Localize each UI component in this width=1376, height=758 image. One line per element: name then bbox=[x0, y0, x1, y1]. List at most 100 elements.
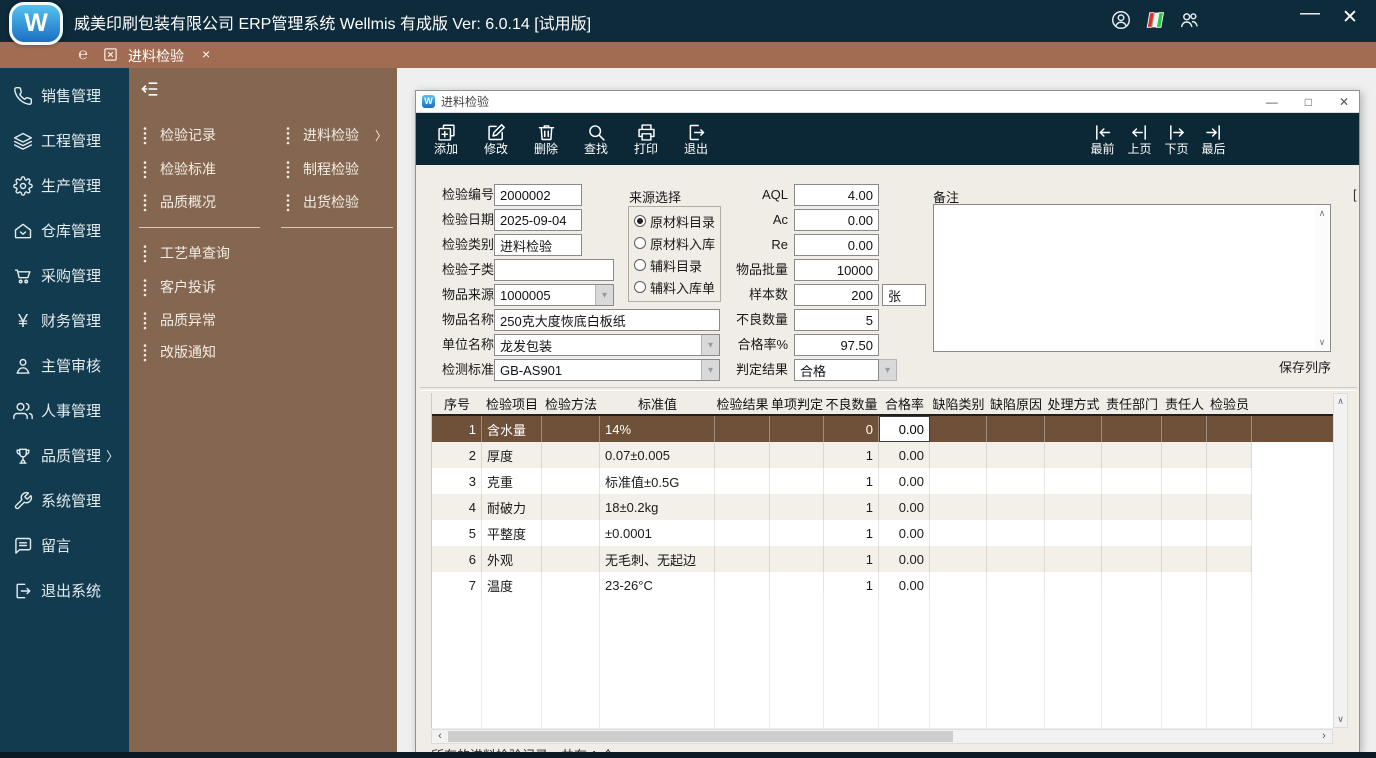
dialog-close-button[interactable]: ✕ bbox=[1339, 95, 1349, 109]
collapse-panel-icon[interactable] bbox=[140, 79, 160, 99]
radio-icon[interactable] bbox=[634, 259, 646, 271]
column-header[interactable]: 检验方法 bbox=[542, 393, 600, 414]
sidebar-item-warehouse[interactable]: 仓库管理 bbox=[0, 208, 129, 253]
sample-unit-field[interactable] bbox=[882, 284, 926, 306]
scroll-up-icon[interactable]: ∧ bbox=[1319, 208, 1326, 219]
unit-name-combo[interactable]: ▾ bbox=[494, 334, 720, 356]
table-row[interactable]: 2厚度0.07±0.00510.00 bbox=[432, 442, 1334, 468]
table-row[interactable]: 6外观无毛刺、无起边10.00 bbox=[432, 546, 1334, 572]
remark-textarea[interactable]: ∧ ∨ bbox=[933, 204, 1331, 352]
table-horizontal-scrollbar[interactable]: ‹ › bbox=[431, 729, 1333, 744]
test-standard-value[interactable] bbox=[495, 360, 701, 380]
radio-icon[interactable] bbox=[634, 281, 646, 293]
books-icon[interactable] bbox=[1144, 9, 1166, 31]
pass-rate-edit-cell[interactable]: 0.00 bbox=[879, 416, 930, 442]
sidebar-item-exit-system[interactable]: 退出系统 bbox=[0, 568, 129, 613]
sidebar-item-messages[interactable]: 留言 bbox=[0, 523, 129, 568]
table-row[interactable]: 5平整度±0.000110.00 bbox=[432, 520, 1334, 546]
panel-item-r1[interactable]: 制程检验 bbox=[285, 159, 359, 179]
sidebar-item-finance[interactable]: ¥财务管理 bbox=[0, 298, 129, 343]
dialog-titlebar[interactable]: W 进料检验 — □ ✕ bbox=[416, 91, 1359, 113]
panel-item-b0[interactable]: 工艺单查询 bbox=[142, 243, 230, 263]
column-header[interactable]: 缺陷原因 bbox=[987, 393, 1045, 414]
window-close-button[interactable]: ✕ bbox=[1336, 6, 1364, 29]
estimated-icon[interactable]: ℮ bbox=[74, 46, 92, 64]
panel-item-r2[interactable]: 出货检验 bbox=[285, 192, 359, 212]
window-minimize-button[interactable]: — bbox=[1296, 2, 1324, 25]
radio-auxiliary-inbound[interactable]: 辅料入库单 bbox=[634, 279, 715, 295]
radio-icon[interactable] bbox=[634, 215, 646, 227]
scroll-right-icon[interactable]: › bbox=[1317, 730, 1331, 743]
column-header[interactable]: 序号 bbox=[432, 393, 482, 414]
inspection-category-field[interactable] bbox=[494, 234, 582, 256]
dialog-maximize-button[interactable]: □ bbox=[1305, 95, 1312, 109]
chevron-down-icon[interactable]: ▾ bbox=[879, 359, 897, 381]
item-name-field[interactable] bbox=[494, 309, 720, 331]
inspection-date-field[interactable] bbox=[494, 209, 582, 231]
save-column-order-link[interactable]: 保存列序 bbox=[1261, 357, 1331, 376]
sidebar-item-hr[interactable]: 人事管理 bbox=[0, 388, 129, 433]
first-button[interactable]: 最前 bbox=[1084, 116, 1121, 162]
exit-button[interactable]: 退出 bbox=[674, 116, 718, 162]
panel-item-b3[interactable]: 改版通知 bbox=[142, 342, 216, 362]
column-header[interactable]: 单项判定 bbox=[770, 393, 824, 414]
ac-field[interactable] bbox=[794, 209, 879, 231]
next-button[interactable]: 下页 bbox=[1158, 116, 1195, 162]
scroll-down-icon[interactable]: ∨ bbox=[1337, 714, 1344, 725]
delete-button[interactable]: 删除 bbox=[524, 116, 568, 162]
scroll-up-icon[interactable]: ∧ bbox=[1337, 396, 1344, 407]
sidebar-item-purchasing[interactable]: 采购管理 bbox=[0, 253, 129, 298]
dialog-minimize-button[interactable]: — bbox=[1266, 95, 1278, 109]
column-header[interactable]: 缺陷类别 bbox=[930, 393, 987, 414]
sidebar-item-engineering[interactable]: 工程管理 bbox=[0, 118, 129, 163]
test-standard-combo[interactable]: ▾ bbox=[494, 359, 720, 381]
aql-field[interactable] bbox=[794, 184, 879, 206]
judgement-value[interactable] bbox=[794, 359, 879, 381]
batch-qty-field[interactable] bbox=[794, 259, 879, 281]
radio-raw-material-inbound[interactable]: 原材料入库 bbox=[634, 235, 715, 251]
panel-item-0[interactable]: 检验记录 bbox=[142, 125, 216, 145]
tab-close-icon[interactable]: × bbox=[202, 46, 210, 66]
edit-button[interactable]: 修改 bbox=[474, 116, 518, 162]
judgement-combo[interactable]: ▾ bbox=[794, 359, 897, 381]
sidebar-item-system[interactable]: 系统管理 bbox=[0, 478, 129, 523]
sidebar-item-production[interactable]: 生产管理 bbox=[0, 163, 129, 208]
scrollbar-thumb[interactable] bbox=[448, 731, 953, 742]
panel-item-2[interactable]: 品质概况 bbox=[142, 192, 216, 212]
last-button[interactable]: 最后 bbox=[1195, 116, 1232, 162]
radio-icon[interactable] bbox=[634, 237, 646, 249]
column-header[interactable]: 标准值 bbox=[600, 393, 715, 414]
tab-incoming-inspection[interactable]: 进料检验 × bbox=[128, 46, 210, 66]
panel-item-1[interactable]: 检验标准 bbox=[142, 159, 216, 179]
prev-button[interactable]: 上页 bbox=[1121, 116, 1158, 162]
sample-qty-field[interactable] bbox=[794, 284, 879, 306]
item-source-combo[interactable]: ▾ bbox=[494, 284, 614, 306]
account-icon[interactable] bbox=[1110, 9, 1132, 31]
remark-scrollbar[interactable]: ∧ ∨ bbox=[1315, 206, 1329, 350]
table-row[interactable]: 4耐破力18±0.2kg10.00 bbox=[432, 494, 1334, 520]
panel-item-b2[interactable]: 品质异常 bbox=[142, 310, 216, 330]
sidebar-item-quality[interactable]: 品质管理〉 bbox=[0, 433, 129, 478]
radio-auxiliary-catalog[interactable]: 辅料目录 bbox=[634, 257, 702, 273]
pass-rate-field[interactable] bbox=[794, 334, 879, 356]
scroll-down-icon[interactable]: ∨ bbox=[1319, 337, 1326, 348]
find-button[interactable]: 查找 bbox=[574, 116, 618, 162]
defect-qty-field[interactable] bbox=[794, 309, 879, 331]
column-header[interactable]: 责任部门 bbox=[1102, 393, 1162, 414]
column-header[interactable]: 责任人 bbox=[1162, 393, 1207, 414]
sidebar-item-sales[interactable]: 销售管理 bbox=[0, 73, 129, 118]
radio-raw-material-catalog[interactable]: 原材料目录 bbox=[634, 213, 715, 229]
users-icon[interactable] bbox=[1178, 9, 1200, 31]
close-all-tabs-icon[interactable] bbox=[101, 46, 119, 64]
scroll-left-icon[interactable]: ‹ bbox=[433, 730, 447, 743]
re-field[interactable] bbox=[794, 234, 879, 256]
column-header[interactable]: 处理方式 bbox=[1045, 393, 1102, 414]
column-header[interactable]: 不良数量 bbox=[824, 393, 879, 414]
print-button[interactable]: 打印 bbox=[624, 116, 668, 162]
panel-item-b1[interactable]: 客户投诉 bbox=[142, 277, 216, 297]
unit-name-value[interactable] bbox=[495, 335, 701, 355]
column-header[interactable]: 合格率 bbox=[879, 393, 930, 414]
chevron-down-icon[interactable]: ▾ bbox=[595, 285, 613, 305]
table-vertical-scrollbar[interactable]: ∧ ∨ bbox=[1333, 393, 1348, 728]
sidebar-item-supervisor-audit[interactable]: 主管审核 bbox=[0, 343, 129, 388]
